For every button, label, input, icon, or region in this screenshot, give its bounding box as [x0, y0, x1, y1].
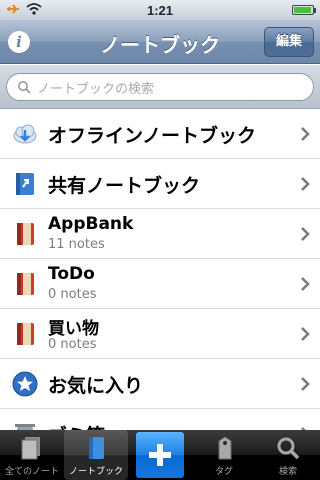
tab-notebooks[interactable]: ノートブック — [64, 430, 128, 480]
list-item-label: ゴミ箱 — [48, 421, 105, 430]
status-time: 1:21 — [146, 3, 174, 18]
cloud-download-icon — [13, 124, 37, 144]
navigation-bar: i ノートブック 編集 — [0, 20, 320, 64]
list-item-label: オフラインノートブック — [48, 125, 257, 147]
tag-icon — [218, 436, 232, 460]
tab-all-notes[interactable]: 全てのノート — [0, 430, 64, 480]
list-item-offline-notebooks[interactable]: オフラインノートブック — [0, 109, 320, 159]
list-item-label: 共有ノートブック — [48, 175, 201, 197]
chevron-right-icon — [301, 227, 310, 241]
search-placeholder: ノートブックの検索 — [37, 81, 155, 97]
tab-bar: 全てのノート ノートブック タグ 検索 — [0, 430, 320, 480]
search-icon — [18, 81, 31, 94]
page-title: ノートブック — [100, 33, 220, 57]
chevron-right-icon — [301, 277, 310, 291]
list-item-label: AppBank — [48, 214, 134, 234]
tab-label: 検索 — [278, 467, 297, 477]
notebook-icon — [17, 273, 34, 295]
trash-icon — [15, 424, 35, 430]
search-input[interactable]: ノートブックの検索 — [6, 73, 314, 101]
tab-search[interactable]: 検索 — [256, 430, 320, 480]
notebook-tab-icon — [89, 437, 104, 459]
list-item-notebook[interactable]: AppBank 11 notes — [0, 209, 320, 259]
all-notes-icon — [21, 437, 40, 460]
list-item-label: ToDo — [48, 264, 95, 284]
list-item-shared-notebooks[interactable]: 共有ノートブック — [0, 159, 320, 209]
info-icon[interactable]: i — [8, 31, 30, 53]
list-item-trash[interactable]: ゴミ箱 — [0, 409, 320, 430]
list-item-label: 買い物 — [48, 319, 99, 339]
list-item-note-count: 0 notes — [48, 287, 97, 302]
list-item-notebook[interactable]: ToDo 0 notes — [0, 259, 320, 309]
status-bar: 1:21 — [0, 0, 320, 20]
chevron-right-icon — [301, 127, 310, 141]
chevron-right-icon — [301, 327, 310, 341]
edit-button[interactable]: 編集 — [264, 27, 314, 57]
notebook-list: オフラインノートブック 共有ノートブック AppBank 11 notes To… — [0, 109, 320, 430]
tab-label: 全てのノート — [4, 467, 59, 477]
list-item-note-count: 0 notes — [48, 337, 97, 352]
tab-label: タグ — [214, 467, 233, 477]
search-icon — [277, 437, 300, 460]
tab-label: ノートブック — [68, 467, 123, 477]
battery-icon — [292, 5, 316, 15]
star-icon — [12, 371, 38, 397]
list-item-notebook[interactable]: 買い物 0 notes — [0, 309, 320, 359]
chevron-right-icon — [301, 177, 310, 191]
chevron-right-icon — [301, 377, 310, 391]
shared-notebook-icon — [16, 173, 34, 195]
list-item-note-count: 11 notes — [48, 237, 105, 252]
notebook-icon — [17, 323, 34, 345]
notebook-icon — [17, 223, 34, 245]
add-note-button[interactable] — [136, 432, 184, 478]
list-item-label: お気に入り — [48, 375, 144, 397]
search-bar: ノートブックの検索 — [0, 65, 320, 109]
tab-tags[interactable]: タグ — [192, 430, 256, 480]
list-item-favorites[interactable]: お気に入り — [0, 359, 320, 409]
